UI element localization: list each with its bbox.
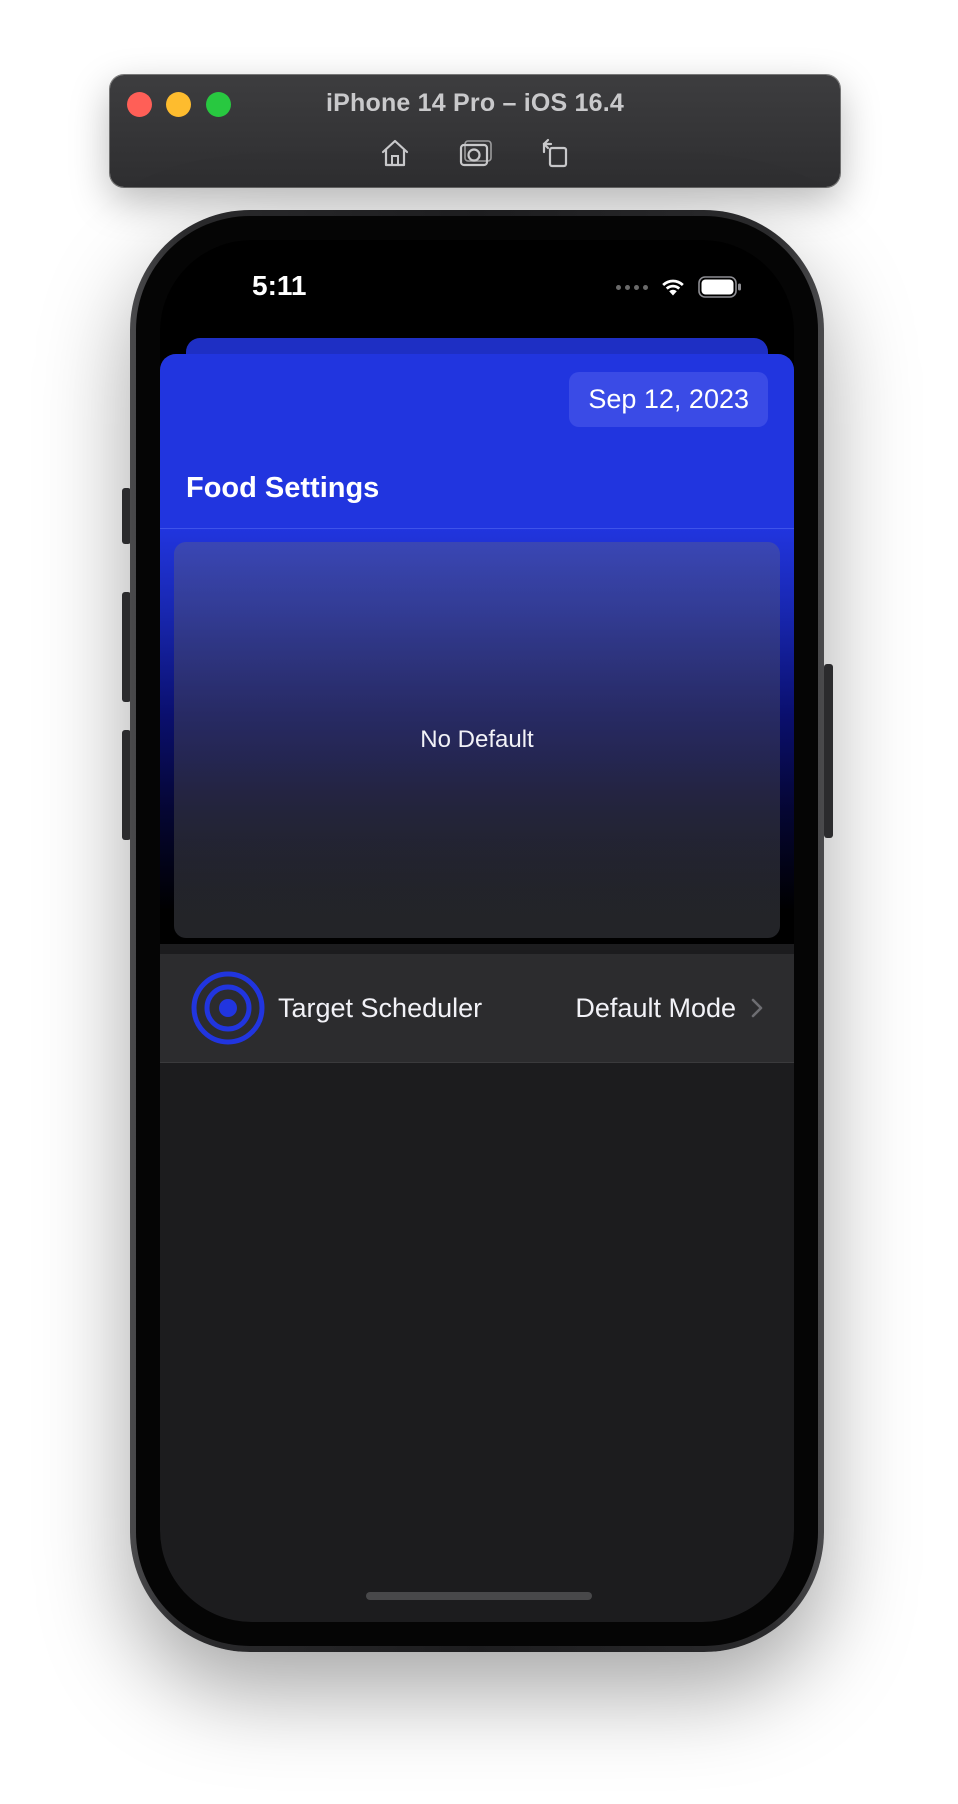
home-button[interactable] (377, 135, 413, 171)
target-scheduler-value: Default Mode (575, 992, 736, 1023)
dynamic-island (382, 260, 572, 316)
phone-screen: 5:11 Sep 12, 2023 Food Settings No Defau… (160, 240, 794, 1622)
home-indicator[interactable] (366, 1592, 592, 1600)
default-card[interactable]: No Default (174, 542, 780, 938)
screenshot-icon (459, 140, 492, 167)
simulator-toolbar (110, 135, 840, 171)
simulator-window-bar: iPhone 14 Pro – iOS 16.4 (110, 75, 840, 187)
target-scheduler-label: Target Scheduler (278, 992, 483, 1023)
target-scheduler-row[interactable]: Target Scheduler Default Mode (160, 954, 794, 1062)
rotate-icon (542, 138, 568, 168)
home-icon (381, 139, 409, 167)
screenshot-button[interactable] (457, 135, 493, 171)
power-button (824, 664, 833, 838)
header-divider (160, 528, 794, 529)
status-time: 5:11 (252, 270, 307, 301)
settings-sheet: Sep 12, 2023 Food Settings No Default Ta… (160, 354, 794, 1622)
chevron-right-icon (751, 998, 763, 1018)
target-icon (191, 971, 265, 1045)
date-picker-button[interactable]: Sep 12, 2023 (569, 372, 768, 427)
page-title: Food Settings (186, 472, 380, 504)
status-icons (616, 276, 742, 298)
simulator-title: iPhone 14 Pro – iOS 16.4 (326, 89, 624, 117)
default-card-label: No Default (420, 726, 534, 753)
wifi-icon (662, 279, 684, 296)
row-divider (160, 1062, 794, 1063)
cellular-signal-icon (616, 284, 648, 290)
rotate-button[interactable] (537, 135, 573, 171)
battery-icon (698, 276, 741, 298)
